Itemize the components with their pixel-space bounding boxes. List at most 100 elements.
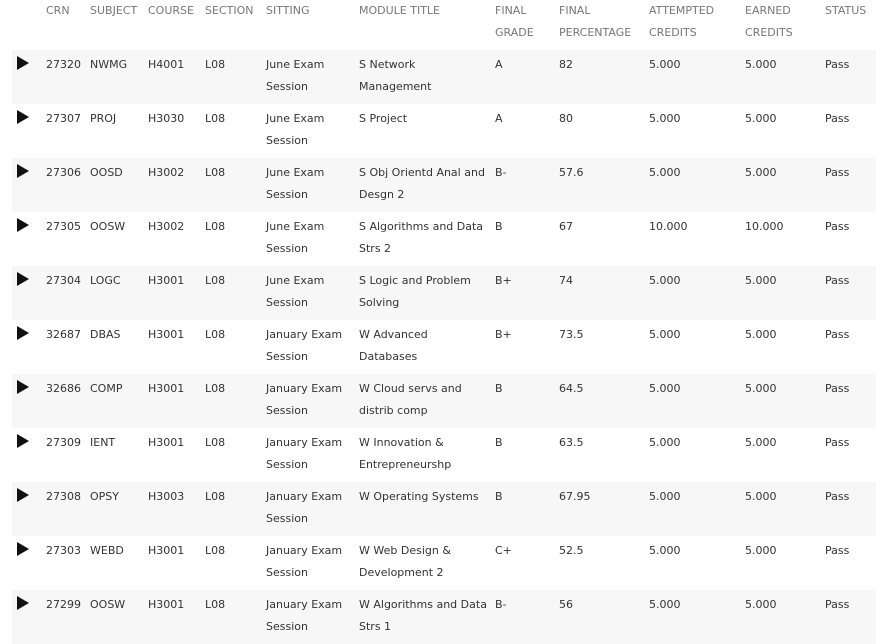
status-cell: Pass (825, 220, 850, 233)
module-title-cell: W Web Design & Development 2 (359, 544, 451, 579)
final-percentage-cell: 73.5 (559, 328, 584, 341)
course-cell: H3030 (148, 112, 185, 125)
table-row[interactable]: 27299 OOSW H3001 L08 January Exam Session W A… (12, 590, 876, 644)
expand-row-triangle-icon[interactable] (17, 488, 29, 502)
col-header-sitting: SITTING (266, 4, 310, 17)
table-row[interactable]: 27303 WEBD H3001 L08 January Exam Session W W… (12, 536, 876, 590)
status-cell: Pass (825, 382, 850, 395)
col-header-final-grade: FINAL GRADE (495, 4, 534, 39)
col-header-status: STATUS (825, 4, 867, 17)
course-cell: H3001 (148, 328, 185, 341)
final-grade-cell: B (495, 490, 503, 503)
earned-credits-cell: 5.000 (745, 112, 777, 125)
col-header-course: COURSE (148, 4, 194, 17)
earned-credits-cell: 5.000 (745, 598, 777, 611)
crn-cell: 27305 (46, 220, 81, 233)
col-header-section: SECTION (205, 4, 254, 17)
section-cell: L08 (205, 274, 226, 287)
sitting-cell: June Exam Session (266, 112, 325, 147)
crn-cell: 27307 (46, 112, 81, 125)
section-cell: L08 (205, 166, 226, 179)
subject-cell: OPSY (90, 490, 119, 503)
earned-credits-cell: 5.000 (745, 490, 777, 503)
table-row[interactable]: 27320 NWMG H4001 L08 June Exam Session S Netw… (12, 50, 876, 104)
sitting-cell: June Exam Session (266, 220, 325, 255)
sitting-cell: January Exam Session (266, 436, 343, 471)
status-cell: Pass (825, 166, 850, 179)
sitting-cell: January Exam Session (266, 598, 343, 633)
attempted-credits-cell: 5.000 (649, 598, 681, 611)
module-title-cell: W Cloud servs and distrib comp (359, 382, 462, 417)
crn-cell: 27303 (46, 544, 81, 557)
subject-cell: DBAS (90, 328, 121, 341)
sitting-cell: January Exam Session (266, 490, 343, 525)
expand-row-triangle-icon[interactable] (17, 218, 29, 232)
col-header-crn: CRN (46, 4, 70, 17)
module-title-cell: S Project (359, 112, 408, 125)
course-cell: H3002 (148, 166, 185, 179)
crn-cell: 27304 (46, 274, 81, 287)
attempted-credits-cell: 5.000 (649, 436, 681, 449)
final-grade-cell: B (495, 382, 503, 395)
module-title-cell: W Algorithms and Data Strs 1 (359, 598, 487, 633)
subject-cell: NWMG (90, 58, 128, 71)
table-row[interactable]: 27305 OOSW H3002 L08 June Exam Session S Algo… (12, 212, 876, 266)
expand-row-triangle-icon[interactable] (17, 272, 29, 286)
sitting-cell: June Exam Session (266, 58, 325, 93)
table-row[interactable]: 32687 DBAS H3001 L08 January Exam Session W A… (12, 320, 876, 374)
section-cell: L08 (205, 328, 226, 341)
crn-cell: 27309 (46, 436, 81, 449)
crn-cell: 27308 (46, 490, 81, 503)
expand-row-triangle-icon[interactable] (17, 164, 29, 178)
final-grade-cell: C+ (495, 544, 512, 557)
earned-credits-cell: 10.000 (745, 220, 784, 233)
col-header-subject: SUBJECT (90, 4, 138, 17)
final-grade-cell: B (495, 436, 503, 449)
final-percentage-cell: 67.95 (559, 490, 591, 503)
crn-cell: 27299 (46, 598, 81, 611)
table-row[interactable]: 27306 OOSD H3002 L08 June Exam Session S Obj … (12, 158, 876, 212)
col-header-earned-credits: EARNED CREDITS (745, 4, 793, 39)
status-cell: Pass (825, 58, 850, 71)
section-cell: L08 (205, 58, 226, 71)
subject-cell: COMP (90, 382, 123, 395)
final-grade-cell: A (495, 112, 503, 125)
sitting-cell: June Exam Session (266, 274, 325, 309)
expand-row-triangle-icon[interactable] (17, 542, 29, 556)
attempted-credits-cell: 5.000 (649, 58, 681, 71)
crn-cell: 27320 (46, 58, 81, 71)
attempted-credits-cell: 5.000 (649, 544, 681, 557)
table-row[interactable]: 27307 PROJ H3030 L08 June Exam Session S Proj… (12, 104, 876, 158)
earned-credits-cell: 5.000 (745, 544, 777, 557)
final-grade-cell: B+ (495, 274, 512, 287)
table-row[interactable]: 32686 COMP H3001 L08 January Exam Session W C… (12, 374, 876, 428)
expand-row-triangle-icon[interactable] (17, 326, 29, 340)
module-title-cell: W Advanced Databases (359, 328, 428, 363)
expand-row-triangle-icon[interactable] (17, 110, 29, 124)
table-row[interactable]: 27308 OPSY H3003 L08 January Exam Session W O… (12, 482, 876, 536)
attempted-credits-cell: 5.000 (649, 490, 681, 503)
sitting-cell: January Exam Session (266, 382, 343, 417)
course-cell: H3001 (148, 544, 185, 557)
expand-row-triangle-icon[interactable] (17, 596, 29, 610)
crn-cell: 32687 (46, 328, 81, 341)
section-cell: L08 (205, 382, 226, 395)
attempted-credits-cell: 5.000 (649, 274, 681, 287)
expand-row-triangle-icon[interactable] (17, 56, 29, 70)
status-cell: Pass (825, 490, 850, 503)
expand-row-triangle-icon[interactable] (17, 434, 29, 448)
table-row[interactable]: 27309 IENT H3001 L08 January Exam Session W I… (12, 428, 876, 482)
final-percentage-cell: 80 (559, 112, 573, 125)
expand-row-triangle-icon[interactable] (17, 380, 29, 394)
status-cell: Pass (825, 598, 850, 611)
status-cell: Pass (825, 274, 850, 287)
col-header-module-title: MODULE TITLE (359, 4, 441, 17)
table-row[interactable]: 27304 LOGC H3001 L08 June Exam Session S Logi… (12, 266, 876, 320)
section-cell: L08 (205, 436, 226, 449)
earned-credits-cell: 5.000 (745, 436, 777, 449)
course-cell: H3001 (148, 274, 185, 287)
section-cell: L08 (205, 220, 226, 233)
final-percentage-cell: 63.5 (559, 436, 584, 449)
subject-cell: OOSD (90, 166, 123, 179)
attempted-credits-cell: 5.000 (649, 328, 681, 341)
